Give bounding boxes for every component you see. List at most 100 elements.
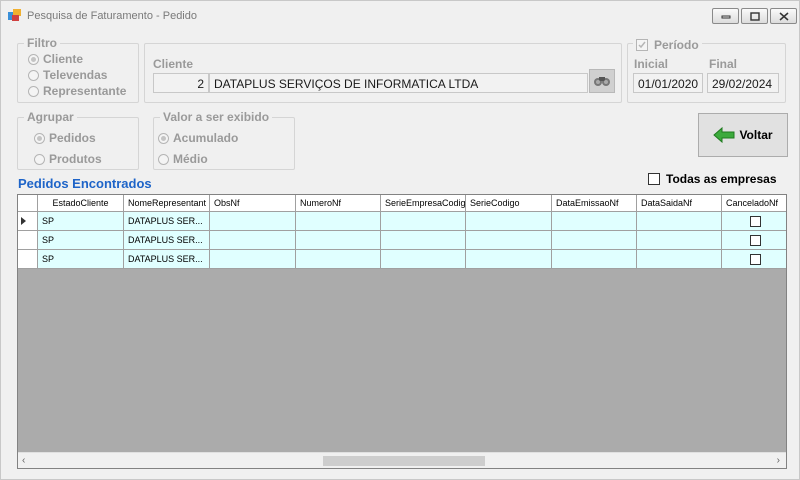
radio-produtos-label: Produtos bbox=[49, 152, 102, 166]
pedidos-grid[interactable]: EstadoCliente NomeRepresentant ObsNf Num… bbox=[17, 194, 787, 469]
radio-representante[interactable]: Representante bbox=[28, 84, 126, 98]
maximize-icon bbox=[749, 11, 760, 21]
row-selector[interactable] bbox=[18, 231, 38, 250]
cell-obs[interactable] bbox=[210, 231, 296, 250]
cell-serie[interactable] bbox=[466, 250, 552, 269]
col-header[interactable]: NumeroNf bbox=[296, 195, 381, 212]
window-title: Pesquisa de Faturamento - Pedido bbox=[27, 10, 197, 22]
cliente-code-field[interactable]: 2 bbox=[153, 73, 209, 93]
cell-cancelado[interactable] bbox=[722, 250, 786, 269]
cell-numero[interactable] bbox=[296, 231, 381, 250]
periodo-checkbox[interactable]: Período bbox=[633, 38, 702, 52]
title-bar: Pesquisa de Faturamento - Pedido bbox=[1, 1, 799, 31]
agrupar-legend: Agrupar bbox=[24, 110, 77, 124]
scrollbar-thumb[interactable] bbox=[323, 456, 485, 466]
close-icon bbox=[779, 11, 788, 21]
cell-emissao[interactable] bbox=[552, 231, 637, 250]
pedidos-encontrados-title: Pedidos Encontrados bbox=[18, 176, 152, 191]
col-header[interactable]: NomeRepresentant bbox=[124, 195, 210, 212]
cell-emissao[interactable] bbox=[552, 212, 637, 231]
cell-obs[interactable] bbox=[210, 212, 296, 231]
radio-pedidos-label: Pedidos bbox=[49, 131, 96, 145]
cell-serie-empresa[interactable] bbox=[381, 212, 466, 231]
cell-representante[interactable]: DATAPLUS SER... bbox=[124, 250, 210, 269]
voltar-button[interactable]: Voltar bbox=[698, 113, 788, 157]
final-date-field[interactable]: 29/02/2024 bbox=[707, 73, 779, 93]
table-row[interactable]: SP DATAPLUS SER... bbox=[18, 212, 786, 231]
cell-representante[interactable]: DATAPLUS SER... bbox=[124, 231, 210, 250]
checkbox-icon[interactable] bbox=[750, 215, 761, 227]
cell-estado[interactable]: SP bbox=[38, 231, 124, 250]
scroll-right-icon[interactable]: › bbox=[777, 455, 780, 466]
final-label: Final bbox=[709, 57, 738, 71]
table-row[interactable]: SP DATAPLUS SER... bbox=[18, 250, 786, 269]
minimize-icon bbox=[721, 15, 730, 19]
filtro-legend: Filtro bbox=[24, 36, 60, 50]
inicial-date-field[interactable]: 01/01/2020 bbox=[633, 73, 703, 93]
green-arrow-left-icon bbox=[713, 127, 735, 143]
inicial-label: Inicial bbox=[634, 57, 669, 71]
checkbox-icon[interactable] bbox=[750, 253, 761, 265]
binoculars-icon bbox=[594, 77, 610, 86]
checkbox-icon[interactable] bbox=[750, 234, 761, 246]
cell-serie[interactable] bbox=[466, 231, 552, 250]
checkbox-icon bbox=[648, 173, 660, 185]
cell-serie-empresa[interactable] bbox=[381, 250, 466, 269]
todas-empresas-checkbox[interactable]: Todas as empresas bbox=[648, 172, 777, 186]
col-header[interactable]: DataEmissaoNf bbox=[552, 195, 637, 212]
cliente-name-field[interactable]: DATAPLUS SERVIÇOS DE INFORMATICA LTDA bbox=[209, 73, 588, 93]
cell-saida[interactable] bbox=[637, 250, 722, 269]
cell-estado[interactable]: SP bbox=[38, 250, 124, 269]
horizontal-scrollbar[interactable]: ‹ › bbox=[18, 452, 786, 468]
cell-saida[interactable] bbox=[637, 212, 722, 231]
cell-serie[interactable] bbox=[466, 212, 552, 231]
radio-dot-icon bbox=[28, 85, 39, 97]
radio-representante-label: Representante bbox=[43, 84, 127, 98]
radio-produtos[interactable]: Produtos bbox=[34, 152, 102, 166]
cell-cancelado[interactable] bbox=[722, 231, 786, 250]
radio-televendas[interactable]: Televendas bbox=[28, 68, 107, 82]
radio-dot-icon bbox=[158, 132, 169, 144]
row-pointer-icon bbox=[21, 217, 26, 225]
radio-medio[interactable]: Médio bbox=[158, 152, 208, 166]
todas-empresas-label: Todas as empresas bbox=[666, 172, 777, 186]
scroll-left-icon[interactable]: ‹ bbox=[22, 455, 25, 466]
radio-cliente-label: Cliente bbox=[43, 52, 84, 66]
cell-estado[interactable]: SP bbox=[38, 212, 124, 231]
radio-dot-icon bbox=[28, 53, 39, 65]
main-window: Pesquisa de Faturamento - Pedido Filtro … bbox=[0, 0, 800, 480]
row-selector[interactable] bbox=[18, 212, 38, 231]
search-cliente-button[interactable] bbox=[589, 69, 615, 93]
app-icon bbox=[8, 9, 22, 22]
minimize-button[interactable] bbox=[712, 8, 739, 24]
radio-acumulado[interactable]: Acumulado bbox=[158, 131, 238, 145]
col-header[interactable]: CanceladoNf bbox=[722, 195, 786, 212]
radio-dot-icon bbox=[28, 69, 39, 81]
col-header[interactable]: SerieEmpresaCodig bbox=[381, 195, 466, 212]
cell-cancelado[interactable] bbox=[722, 212, 786, 231]
radio-dot-icon bbox=[158, 153, 169, 165]
maximize-button[interactable] bbox=[741, 8, 768, 24]
close-button[interactable] bbox=[770, 8, 797, 24]
cell-numero[interactable] bbox=[296, 212, 381, 231]
radio-pedidos[interactable]: Pedidos bbox=[34, 131, 96, 145]
col-header[interactable]: DataSaidaNf bbox=[637, 195, 722, 212]
col-header[interactable]: SerieCodigo bbox=[466, 195, 552, 212]
periodo-label: Período bbox=[654, 38, 699, 52]
radio-cliente[interactable]: Cliente bbox=[28, 52, 83, 66]
cell-obs[interactable] bbox=[210, 250, 296, 269]
grid-header: EstadoCliente NomeRepresentant ObsNf Num… bbox=[18, 195, 786, 212]
check-icon bbox=[636, 39, 648, 51]
col-header[interactable]: EstadoCliente bbox=[38, 195, 124, 212]
col-header[interactable]: ObsNf bbox=[210, 195, 296, 212]
radio-televendas-label: Televendas bbox=[43, 68, 108, 82]
cell-representante[interactable]: DATAPLUS SER... bbox=[124, 212, 210, 231]
cell-saida[interactable] bbox=[637, 231, 722, 250]
cell-serie-empresa[interactable] bbox=[381, 231, 466, 250]
radio-dot-icon bbox=[34, 132, 45, 144]
table-row[interactable]: SP DATAPLUS SER... bbox=[18, 231, 786, 250]
row-selector[interactable] bbox=[18, 250, 38, 269]
cliente-label: Cliente bbox=[153, 57, 194, 71]
cell-numero[interactable] bbox=[296, 250, 381, 269]
cell-emissao[interactable] bbox=[552, 250, 637, 269]
